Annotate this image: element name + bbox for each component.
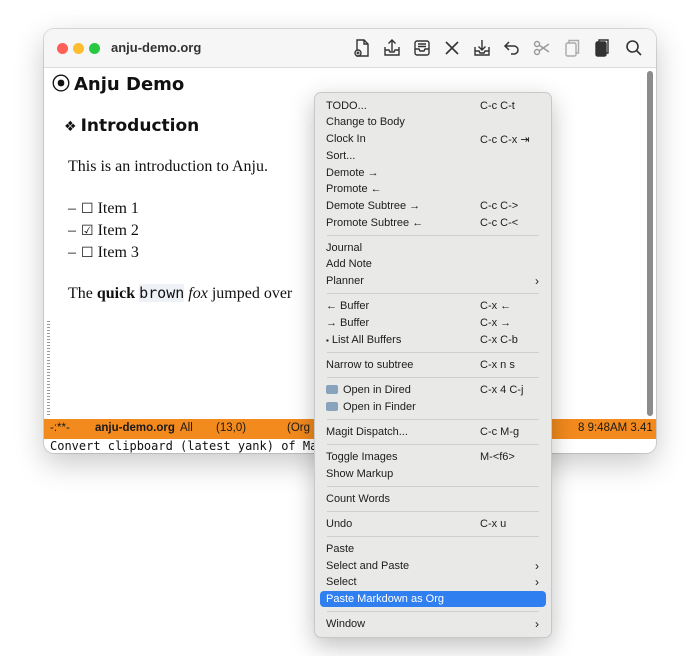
menu-item-select-and-paste[interactable]: Select and Paste › (320, 558, 546, 574)
menu-item-magit-dispatch[interactable]: Magit Dispatch... C-c M-g (320, 424, 546, 440)
menu-item-toggle-images[interactable]: Toggle Images M-<f6> (320, 449, 546, 465)
close-icon[interactable] (441, 37, 463, 59)
modeline-major-mode[interactable]: (Org l (287, 422, 316, 434)
menu-separator (327, 511, 539, 512)
menu-item-undo[interactable]: Undo C-x u (320, 516, 546, 532)
menu-item-previous-buffer[interactable]: ← Buffer C-x ← (320, 298, 546, 314)
folder-icon (326, 402, 338, 411)
modeline-status: -:**- (50, 422, 70, 434)
menu-separator (327, 352, 539, 353)
menu-item-show-markup[interactable]: Show Markup (320, 466, 546, 482)
modeline-position: All (180, 422, 193, 434)
menu-item-change-to-body[interactable]: Change to Body (320, 114, 546, 130)
menu-item-todo[interactable]: TODO... C-c C-t (320, 98, 546, 114)
menu-separator (327, 235, 539, 236)
menu-item-paste-markdown-as-org[interactable]: Paste Markdown as Org (320, 591, 546, 607)
menu-separator (327, 419, 539, 420)
menu-item-window[interactable]: Window › (320, 616, 546, 632)
minimize-window-button[interactable] (73, 43, 84, 54)
code-text: brown (139, 284, 185, 302)
menu-item-count-words[interactable]: Count Words (320, 491, 546, 507)
chevron-right-icon: › (535, 559, 539, 573)
menu-item-open-in-finder[interactable]: Open in Finder (320, 399, 546, 415)
menu-separator (327, 486, 539, 487)
checkbox-checked-icon[interactable]: ☑ (81, 223, 94, 239)
vertical-scrollbar[interactable] (647, 71, 653, 416)
menu-item-next-buffer[interactable]: → Buffer C-x → (320, 315, 546, 331)
modeline-buffer-name[interactable]: anju-demo.org (95, 422, 175, 434)
heading-level-1[interactable]: ⦿ Anju Demo (52, 70, 184, 96)
menu-item-sort[interactable]: Sort... (320, 148, 546, 164)
menu-item-clock-in[interactable]: Clock In C-c C-x ⇥ (320, 131, 546, 147)
download-icon[interactable] (471, 37, 493, 59)
menu-item-paste[interactable]: Paste (320, 541, 546, 557)
close-window-button[interactable] (57, 43, 68, 54)
menu-separator (327, 536, 539, 537)
echo-area: Convert clipboard (latest yank) of Mark (50, 439, 332, 453)
inbox-icon[interactable] (411, 37, 433, 59)
title-bar: anju-demo.org (44, 29, 656, 68)
folder-icon (326, 385, 338, 394)
menu-item-select[interactable]: Select › (320, 574, 546, 590)
context-menu: TODO... C-c C-t Change to Body Clock In C-… (314, 92, 552, 638)
menu-item-narrow-to-subtree[interactable]: Narrow to subtree C-x n s (320, 357, 546, 373)
menu-item-planner[interactable]: Planner › (320, 273, 546, 289)
share-upload-icon[interactable] (381, 37, 403, 59)
undo-icon[interactable] (501, 37, 523, 59)
buffer-list-icon: ▪ (326, 336, 329, 345)
heading-bullet-icon: ⦿ (52, 74, 70, 95)
menu-item-demote-subtree[interactable]: Demote Subtree → C-c C-> (320, 198, 546, 214)
sample-sentence: The quick brown fox jumped over (68, 284, 293, 302)
menu-item-promote[interactable]: Promote ← (320, 181, 546, 197)
heading2-text: Introduction (80, 116, 200, 136)
intro-paragraph: This is an introduction to Anju. (68, 158, 268, 175)
checkbox-icon[interactable]: ☐ (81, 245, 94, 261)
list-item[interactable]: – ☑ Item 2 (68, 222, 139, 240)
menu-item-open-in-dired[interactable]: Open in Dired C-x 4 C-j (320, 382, 546, 398)
search-icon[interactable] (623, 37, 645, 59)
heading1-text: Anju Demo (74, 74, 185, 95)
modeline-coords: (13,0) (216, 422, 247, 434)
zoom-window-button[interactable] (89, 43, 100, 54)
chevron-right-icon: › (535, 575, 539, 589)
list-item[interactable]: – ☐ Item 3 (68, 244, 139, 262)
menu-item-promote-subtree[interactable]: Promote Subtree ← C-c C-< (320, 215, 546, 231)
new-file-icon[interactable] (351, 37, 373, 59)
menu-item-demote[interactable]: Demote → (320, 165, 546, 181)
scrollbar-thumb[interactable] (647, 71, 653, 416)
menu-separator (327, 611, 539, 612)
menu-separator (327, 377, 539, 378)
menu-item-journal[interactable]: Journal (320, 240, 546, 256)
menu-item-add-note[interactable]: Add Note (320, 256, 546, 272)
window-title: anju-demo.org (111, 40, 202, 55)
fringe-indicator (47, 321, 50, 417)
menu-separator (327, 444, 539, 445)
copy-icon[interactable] (561, 37, 583, 59)
cut-icon[interactable] (531, 37, 553, 59)
list-item[interactable]: – ☐ Item 1 (68, 200, 139, 218)
chevron-right-icon: › (535, 617, 539, 631)
menu-item-list-all-buffers[interactable]: ▪ List All Buffers C-x C-b (320, 332, 546, 348)
heading-level-2[interactable]: ❖ Introduction (64, 116, 199, 136)
checkbox-icon[interactable]: ☐ (81, 201, 94, 217)
paste-icon[interactable] (591, 37, 613, 59)
menu-separator (327, 293, 539, 294)
modeline-right-info: 8 9:48AM 3.41 (578, 422, 653, 434)
chevron-right-icon: › (535, 274, 539, 288)
diamond-bullet-icon: ❖ (64, 119, 77, 135)
